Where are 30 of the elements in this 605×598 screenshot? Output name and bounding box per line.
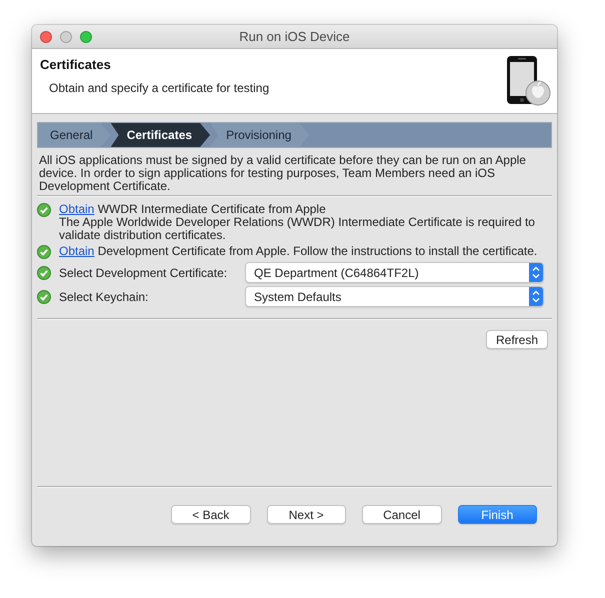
check-icon bbox=[37, 203, 51, 217]
description-text: All iOS applications must be signed by a valid certificate before they can be run on an Apple device. In order to sign applications for testing purposes, Team Members need an iOS Development Certificate. bbox=[38, 152, 527, 195]
page-subtitle: Obtain and specify a certificate for testing bbox=[49, 81, 270, 95]
phone-apple-icon bbox=[505, 55, 551, 107]
check-icon bbox=[37, 245, 51, 259]
close-button[interactable] bbox=[40, 31, 52, 43]
wizard-step[interactable]: General bbox=[38, 123, 111, 147]
minimize-button[interactable] bbox=[60, 31, 72, 43]
field-label: Select Development Certificate: bbox=[59, 266, 228, 280]
field-label: Select Keychain: bbox=[59, 290, 150, 304]
stepper-icon bbox=[529, 263, 543, 282]
dialog-button[interactable]: Next > bbox=[266, 505, 346, 524]
obtain-link[interactable]: Obtain bbox=[59, 202, 94, 216]
page-title: Certificates bbox=[40, 57, 112, 72]
dialog-button[interactable]: Cancel bbox=[362, 505, 442, 524]
obtain-link[interactable]: Obtain bbox=[59, 244, 94, 258]
check-icon bbox=[37, 290, 51, 304]
certificate-instruction: Obtain Development Certificate from Apple. Follow the instructions to install the certificate. bbox=[59, 245, 538, 258]
certificate-note: The Apple Worldwide Developer Relations (WWDR) Intermediate Certificate is required to validate distribution certificates. bbox=[59, 216, 536, 242]
dialog-button[interactable]: < Back bbox=[171, 505, 250, 524]
zoom-button[interactable] bbox=[80, 31, 92, 43]
wizard-step[interactable]: Certificates bbox=[110, 123, 210, 147]
dropdown[interactable]: System Defaults bbox=[245, 286, 544, 307]
refresh-button[interactable]: Refresh bbox=[486, 330, 548, 349]
stepper-icon bbox=[529, 287, 543, 306]
wizard-step[interactable]: Provisioning bbox=[210, 123, 310, 147]
dropdown[interactable]: QE Department (C64864TF2L) bbox=[245, 262, 544, 283]
window-title: Run on iOS Device bbox=[239, 29, 350, 44]
check-icon bbox=[37, 266, 51, 280]
certificate-instruction: Obtain WWDR Intermediate Certificate from Apple bbox=[59, 203, 327, 216]
